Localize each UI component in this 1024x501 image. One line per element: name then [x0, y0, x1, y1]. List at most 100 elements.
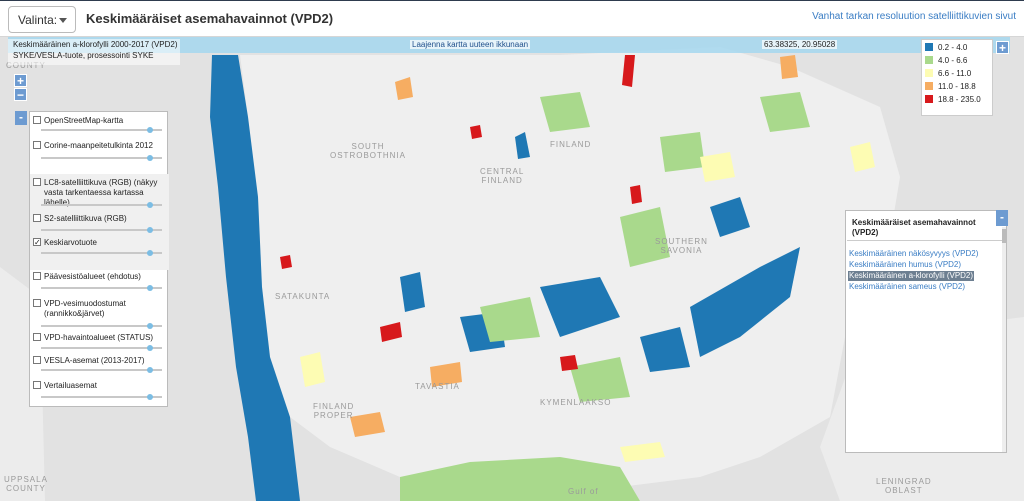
opacity-slider[interactable]	[41, 202, 162, 208]
layer-item[interactable]: Päävesistöalueet (ehdotus)	[30, 270, 169, 294]
zoom-in-button[interactable]: +	[14, 74, 27, 87]
place-tavastia: TAVASTIA	[415, 382, 460, 391]
panel-collapse-button[interactable]: -	[996, 210, 1008, 226]
observation-link[interactable]: Keskimääräinen näkösyvyys (VPD2)	[848, 249, 979, 259]
layer-label: Keskiarvotuote	[44, 238, 97, 247]
opacity-slider[interactable]	[41, 285, 162, 291]
place-kymenlaakso: KYMENLAAKSO	[540, 398, 612, 407]
legend-item: 4.0 - 6.6	[925, 55, 989, 68]
map-layer-title: Keskimääräinen a-klorofylli 2000-2017 (V…	[13, 40, 178, 49]
legend-swatch	[925, 95, 933, 103]
legend-label: 4.0 - 6.6	[938, 56, 968, 65]
slider-handle[interactable]	[147, 250, 153, 256]
opacity-slider[interactable]	[41, 394, 162, 400]
observation-link[interactable]: Keskimääräinen humus (VPD2)	[848, 260, 962, 270]
layer-label: VPD-vesimuodostumat (rannikko&järvet)	[44, 299, 126, 318]
slider-handle[interactable]	[147, 323, 153, 329]
slider-handle[interactable]	[147, 127, 153, 133]
slider-handle[interactable]	[147, 202, 153, 208]
layer-label: Corine-maanpeitetulkinta 2012	[44, 141, 153, 150]
layer-item[interactable]: VESLA-asemat (2013-2017)	[30, 352, 169, 378]
place-finland-proper: FINLAND PROPER	[313, 402, 355, 420]
top-bar: Valinta: Keskimääräiset asemahavainnot (…	[0, 0, 1024, 37]
opacity-slider[interactable]	[41, 227, 162, 233]
slider-handle[interactable]	[147, 227, 153, 233]
place-finland: FINLAND	[550, 140, 592, 149]
layer-label: Vertailuasemat	[44, 381, 97, 390]
layer-checkbox[interactable]	[33, 299, 41, 307]
place-central-finland: CENTRAL FINLAND	[480, 167, 525, 185]
opacity-slider[interactable]	[41, 250, 162, 256]
page-title: Keskimääräiset asemahavainnot (VPD2)	[86, 11, 334, 26]
opacity-slider[interactable]	[41, 345, 162, 351]
valinta-select[interactable]: Valinta:	[8, 6, 76, 33]
layer-checkbox[interactable]	[33, 381, 41, 389]
layer-checkbox[interactable]	[33, 141, 41, 149]
slider-handle[interactable]	[147, 345, 153, 351]
layer-item[interactable]: LC8-satelliittikuva (RGB) (näkyy vasta t…	[30, 174, 169, 212]
legend-swatch	[925, 82, 933, 90]
layer-checkbox[interactable]	[33, 116, 41, 124]
opacity-slider[interactable]	[41, 155, 162, 161]
place-leningrad: LENINGRAD OBLAST	[876, 477, 932, 495]
panel-divider	[847, 240, 1005, 241]
slider-handle[interactable]	[147, 155, 153, 161]
legend-swatch	[925, 69, 933, 77]
layer-label: VESLA-asemat (2013-2017)	[44, 356, 145, 365]
legend-item: 0.2 - 4.0	[925, 42, 989, 55]
legend-label: 11.0 - 18.8	[938, 82, 976, 91]
panel-scrollbar[interactable]	[1002, 227, 1006, 452]
coordinates-readout: 63.38325, 20.95028	[762, 40, 838, 49]
layer-item[interactable]: ✓ Keskiarvotuote	[30, 236, 169, 270]
layer-item[interactable]: Corine-maanpeitetulkinta 2012	[30, 136, 169, 174]
layer-item[interactable]: Vertailuasemat	[30, 378, 169, 406]
layer-checkbox[interactable]	[33, 272, 41, 280]
opacity-slider[interactable]	[41, 127, 162, 133]
panel-title: Keskimääräiset asemahavainnot (VPD2)	[852, 218, 976, 237]
legend-swatch	[925, 56, 933, 64]
observation-link-selected[interactable]: Keskimääräinen a-klorofylli (VPD2)	[848, 271, 975, 281]
layer-item[interactable]: VPD-vesimuodostumat (rannikko&järvet)	[30, 294, 169, 330]
map-legend: 0.2 - 4.0 4.0 - 6.6 6.6 - 11.0 11.0 - 18…	[921, 39, 993, 116]
layer-label: VPD-havaintoalueet (STATUS)	[44, 333, 154, 342]
zoom-out-button[interactable]: −	[14, 88, 27, 101]
legend-label: 0.2 - 4.0	[938, 43, 968, 52]
legend-label: 18.8 - 235.0	[938, 95, 981, 104]
slider-handle[interactable]	[147, 285, 153, 291]
map-canvas[interactable]: COUNTY FINLAND SOUTH OSTROBOTHNIA CENTRA…	[0, 37, 1024, 501]
scrollbar-thumb[interactable]	[1002, 229, 1006, 243]
place-gulf: Gulf of	[568, 487, 599, 496]
legend-item: 11.0 - 18.8	[925, 81, 989, 94]
layer-label: Päävesistöalueet (ehdotus)	[44, 272, 141, 281]
opacity-slider[interactable]	[41, 367, 162, 373]
layer-item[interactable]: OpenStreetMap-kartta	[30, 112, 169, 136]
valinta-label: Valinta:	[18, 13, 58, 27]
expand-map-link[interactable]: Laajenna kartta uuteen ikkunaan	[410, 40, 531, 49]
slider-handle[interactable]	[147, 367, 153, 373]
layer-checkbox[interactable]	[33, 178, 41, 186]
layers-panel: OpenStreetMap-kartta Corine-maanpeitetul…	[29, 111, 169, 407]
observation-link[interactable]: Keskimääräinen sameus (VPD2)	[848, 282, 966, 292]
place-southern-savonia: SOUTHERN SAVONIA	[655, 237, 708, 255]
layer-label: S2-satelliittikuva (RGB)	[44, 214, 127, 223]
layers-collapse-button[interactable]: -	[15, 111, 27, 125]
legend-item: 6.6 - 11.0	[925, 68, 989, 81]
legend-label: 6.6 - 11.0	[938, 69, 972, 78]
slider-handle[interactable]	[147, 394, 153, 400]
place-uppsala: UPPSALA COUNTY	[4, 475, 48, 493]
opacity-slider[interactable]	[41, 323, 162, 329]
old-pages-link[interactable]: Vanhat tarkan resoluution satelliittikuv…	[812, 11, 1016, 22]
map-layer-info: Keskimääräinen a-klorofylli 2000-2017 (V…	[8, 39, 180, 65]
place-south-ostrobothnia: SOUTH OSTROBOTHNIA	[330, 142, 407, 160]
corner-plus-button[interactable]: +	[996, 41, 1009, 54]
map-layer-source: SYKE/VESLA-tuote, prosessointi SYKE	[13, 51, 154, 60]
place-satakunta: SATAKUNTA	[275, 292, 331, 301]
layer-checkbox[interactable]: ✓	[33, 238, 41, 247]
layer-item[interactable]: S2-satelliittikuva (RGB)	[30, 212, 169, 236]
layer-item[interactable]: VPD-havaintoalueet (STATUS)	[30, 330, 169, 352]
layer-checkbox[interactable]	[33, 356, 41, 364]
layer-checkbox[interactable]	[33, 214, 41, 222]
legend-item: 18.8 - 235.0	[925, 94, 989, 107]
legend-swatch	[925, 43, 933, 51]
layer-checkbox[interactable]	[33, 333, 41, 341]
